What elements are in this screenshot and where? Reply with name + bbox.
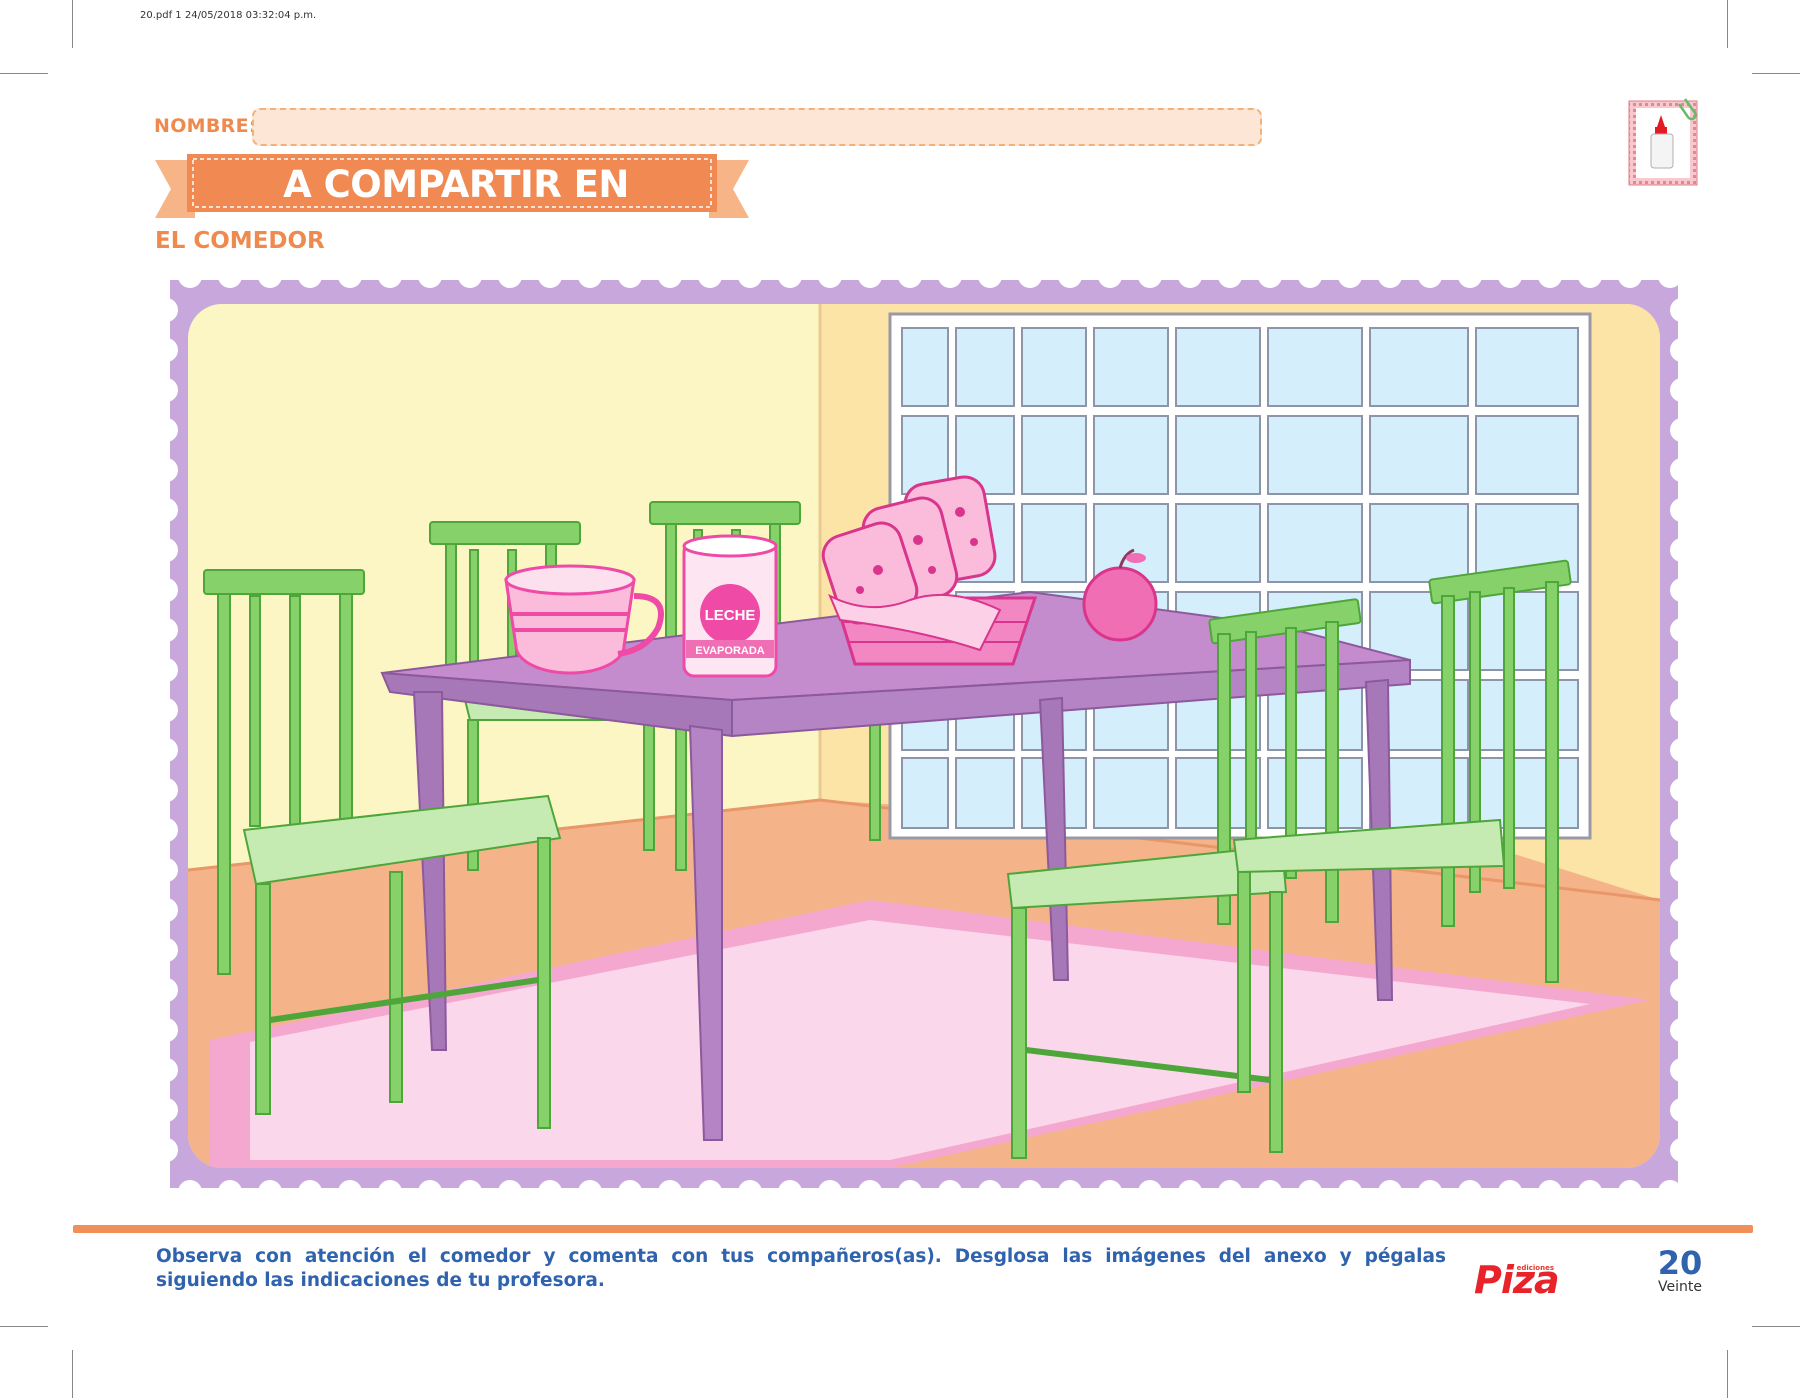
crop-mark (0, 1326, 48, 1327)
print-info: 20.pdf 1 24/05/2018 03:32:04 p.m. (140, 10, 317, 21)
publisher-logo: Piza (1474, 1258, 1560, 1302)
crop-mark (1727, 0, 1728, 48)
crop-mark (1752, 73, 1800, 74)
page-number: 20 (1657, 1244, 1703, 1282)
milk-can-icon: LECHE EVAPORADA (682, 534, 778, 678)
crop-mark (72, 1350, 73, 1398)
section-subtitle: EL COMEDOR (155, 228, 325, 254)
milk-label-top: LECHE (705, 607, 756, 624)
footer-divider (73, 1225, 1753, 1233)
crop-mark (0, 73, 48, 74)
name-field[interactable] (252, 108, 1262, 146)
crop-mark (1727, 1350, 1728, 1398)
crop-mark (1752, 1326, 1800, 1327)
page-title: A COMPARTIR EN FAMILIA (283, 163, 629, 256)
name-label: NOMBRE: (154, 115, 257, 137)
glue-activity-badge (1628, 98, 1698, 186)
page-number-word: Veinte (1658, 1279, 1702, 1295)
crop-mark (72, 0, 73, 48)
activity-instructions: Observa con atención el comedor y coment… (156, 1246, 1446, 1291)
milk-label-bottom: EVAPORADA (695, 645, 765, 657)
dining-room-illustration: LECHE EVAPORADA (170, 280, 1678, 1188)
